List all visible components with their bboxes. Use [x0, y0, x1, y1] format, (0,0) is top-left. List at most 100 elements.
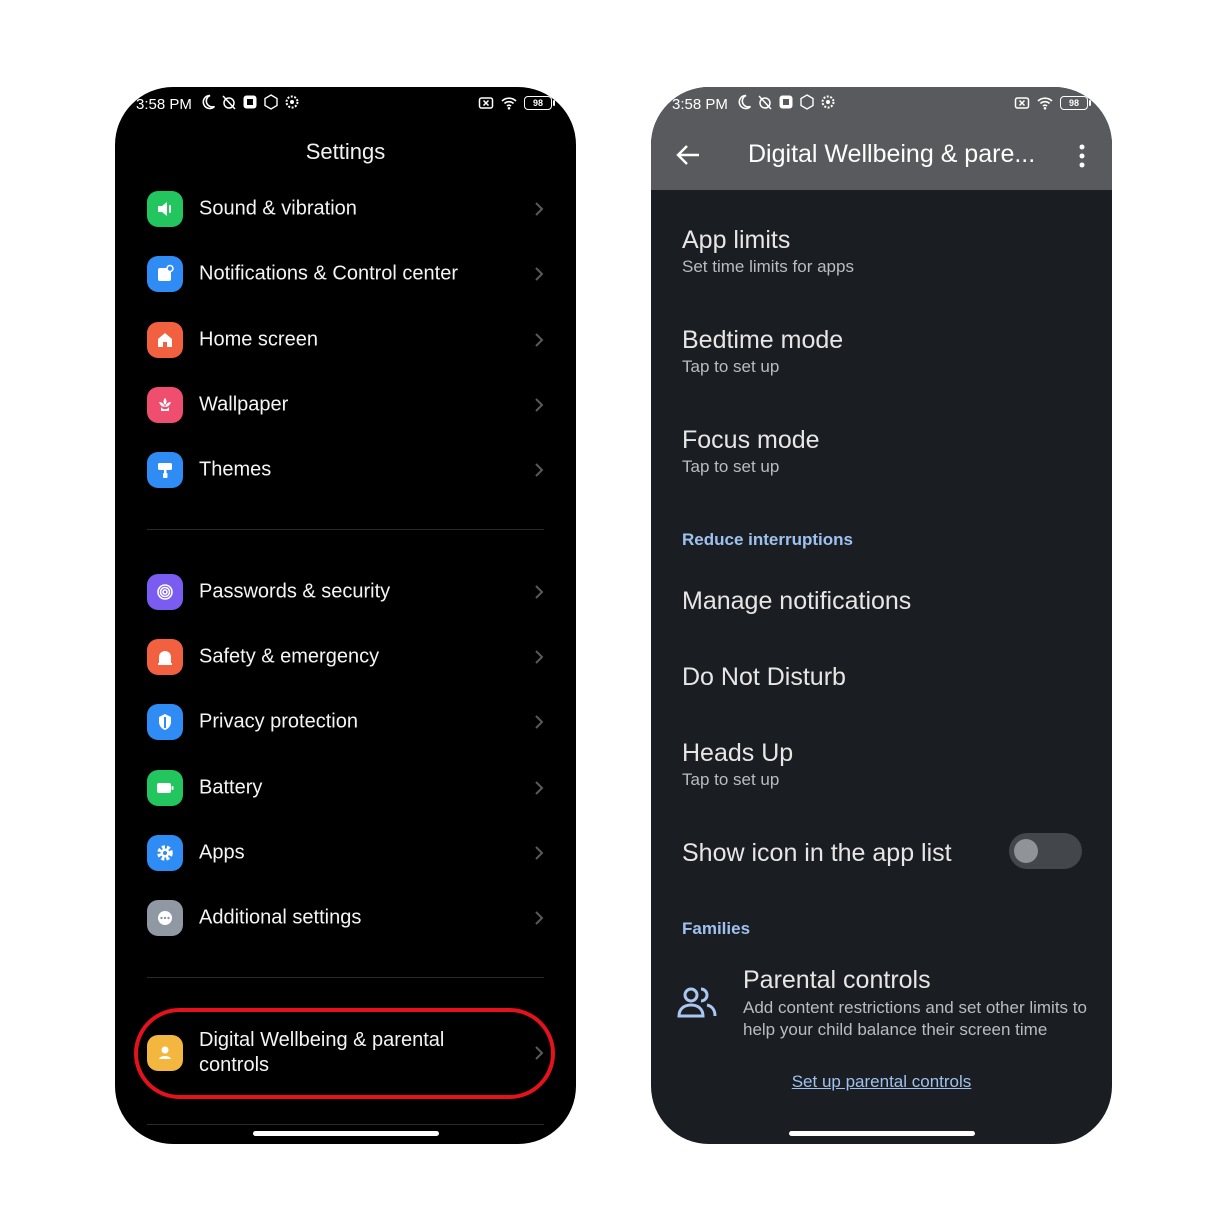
settings-item-apps[interactable]: Apps	[115, 823, 576, 883]
item-title: Heads Up	[682, 739, 794, 767]
settings-item-label: Privacy protection	[199, 710, 358, 733]
item-subtitle: Tap to set up	[682, 770, 780, 789]
divider	[147, 1124, 544, 1125]
moon-icon	[202, 94, 216, 110]
status-time: 3:58 PM	[672, 96, 728, 113]
settings-item-passwords[interactable]: Passwords & security	[115, 562, 576, 622]
list-item-manage-notifications[interactable]: Manage notifications	[682, 586, 1092, 616]
chevron-right-icon	[535, 846, 544, 860]
home-indicator[interactable]	[252, 1131, 439, 1136]
settings-item-label: Battery	[199, 776, 263, 799]
status-time: 3:58 PM	[136, 96, 192, 113]
settings-item-label: Safety & emergency	[199, 645, 380, 668]
chevron-right-icon	[535, 267, 544, 281]
list-item-do-not-disturb[interactable]: Do Not Disturb	[682, 662, 1092, 692]
sim-x-icon	[1014, 97, 1030, 109]
item-subtitle: Tap to set up	[682, 357, 780, 376]
item-title: Focus mode	[682, 426, 820, 454]
section-header-reduce-interruptions: Reduce interruptions	[682, 530, 853, 549]
chevron-right-icon	[535, 398, 544, 412]
settings-item-label: Sound & vibration	[199, 197, 357, 220]
alarm-off-icon	[758, 95, 772, 110]
parental-controls-item[interactable]: Parental controls Add content restrictio…	[743, 965, 1112, 1041]
speaker-icon	[147, 191, 183, 227]
settings-item-notifications[interactable]: Notifications & Control center	[115, 244, 576, 304]
people-icon	[677, 987, 717, 1018]
item-subtitle: Set time limits for apps	[682, 257, 854, 276]
item-subtitle: Tap to set up	[682, 457, 780, 476]
settings-item-home-screen[interactable]: Home screen	[115, 310, 576, 370]
gear-icon	[147, 835, 183, 871]
page-title: Settings	[305, 139, 386, 164]
dots-icon	[147, 900, 183, 936]
flower-icon	[147, 387, 183, 423]
settings-item-themes[interactable]: Themes	[115, 440, 576, 500]
settings-screen: 3:58 PM 98 Settings Sound & vibration No…	[115, 87, 576, 1144]
list-item-app-limits[interactable]: App limits Set time limits for apps	[682, 225, 1092, 278]
moon-icon	[738, 94, 752, 110]
nfc-icon	[800, 94, 814, 110]
settings-item-label: Themes	[199, 458, 272, 481]
paint-roller-icon	[147, 452, 183, 488]
chevron-right-icon	[535, 715, 544, 729]
settings-item-label: Home screen	[199, 328, 318, 351]
battery-icon	[147, 770, 183, 806]
chevron-right-icon	[535, 911, 544, 925]
divider	[147, 529, 544, 530]
list-item-bedtime-mode[interactable]: Bedtime mode Tap to set up	[682, 325, 1092, 378]
chevron-right-icon	[535, 650, 544, 664]
shield-icon	[147, 704, 183, 740]
page-title: Digital Wellbeing & pare...	[748, 140, 1036, 168]
settings-item-wallpaper[interactable]: Wallpaper	[115, 375, 576, 435]
home-indicator[interactable]	[788, 1131, 975, 1136]
item-title: Do Not Disturb	[682, 663, 846, 691]
status-bar: 3:58 PM 98	[115, 87, 576, 123]
digital-wellbeing-screen: 3:58 PM 98 Digital Wellbeing & pare... A…	[651, 87, 1112, 1144]
description-line-2: help your child balance their screen tim…	[743, 1020, 1048, 1039]
settings-item-label: Notifications & Control center	[199, 262, 459, 285]
battery-icon: 98	[524, 96, 555, 110]
show-icon-toggle[interactable]	[1009, 833, 1082, 869]
settings-item-safety[interactable]: Safety & emergency	[115, 627, 576, 687]
settings-gear-icon	[821, 95, 835, 109]
settings-item-label: Apps	[199, 841, 245, 864]
chevron-right-icon	[535, 781, 544, 795]
alarm-off-icon	[222, 95, 236, 110]
item-title: Parental controls	[743, 966, 931, 994]
settings-gear-icon	[285, 95, 299, 109]
nfc-icon	[264, 94, 278, 110]
notification-icon	[147, 256, 183, 292]
emergency-icon	[147, 639, 183, 675]
status-bar: 3:58 PM 98	[651, 87, 1112, 123]
sim-x-icon	[478, 97, 494, 109]
section-header-families: Families	[682, 919, 751, 938]
list-item-heads-up[interactable]: Heads Up Tap to set up	[682, 738, 1092, 791]
wifi-icon	[1037, 97, 1053, 110]
item-title: Bedtime mode	[682, 326, 844, 354]
setup-parental-controls-link[interactable]: Set up parental controls	[651, 1072, 1112, 1092]
item-title: App limits	[682, 226, 791, 254]
settings-item-label: Wallpaper	[199, 393, 289, 416]
chevron-right-icon	[535, 333, 544, 347]
settings-item-battery[interactable]: Battery	[115, 758, 576, 818]
divider	[147, 977, 544, 978]
more-options-icon[interactable]	[1078, 143, 1086, 169]
highlight-outline	[134, 1008, 555, 1099]
item-description: Add content restrictions and set other l…	[743, 997, 1112, 1041]
chevron-right-icon	[535, 463, 544, 477]
settings-item-sound[interactable]: Sound & vibration	[115, 179, 576, 239]
settings-item-label: Additional settings	[199, 906, 362, 929]
notification-square-icon	[243, 95, 257, 109]
list-item-focus-mode[interactable]: Focus mode Tap to set up	[682, 425, 1092, 478]
wifi-icon	[501, 97, 517, 110]
home-icon	[147, 322, 183, 358]
toggle-knob	[1014, 839, 1038, 863]
settings-item-label: Passwords & security	[199, 580, 391, 603]
description-line-1: Add content restrictions and set other l…	[743, 998, 1087, 1017]
chevron-right-icon	[535, 585, 544, 599]
settings-item-additional[interactable]: Additional settings	[115, 888, 576, 948]
notification-square-icon	[779, 95, 793, 109]
settings-item-privacy[interactable]: Privacy protection	[115, 692, 576, 752]
item-title: Manage notifications	[682, 587, 912, 615]
back-arrow-icon[interactable]	[675, 143, 701, 167]
